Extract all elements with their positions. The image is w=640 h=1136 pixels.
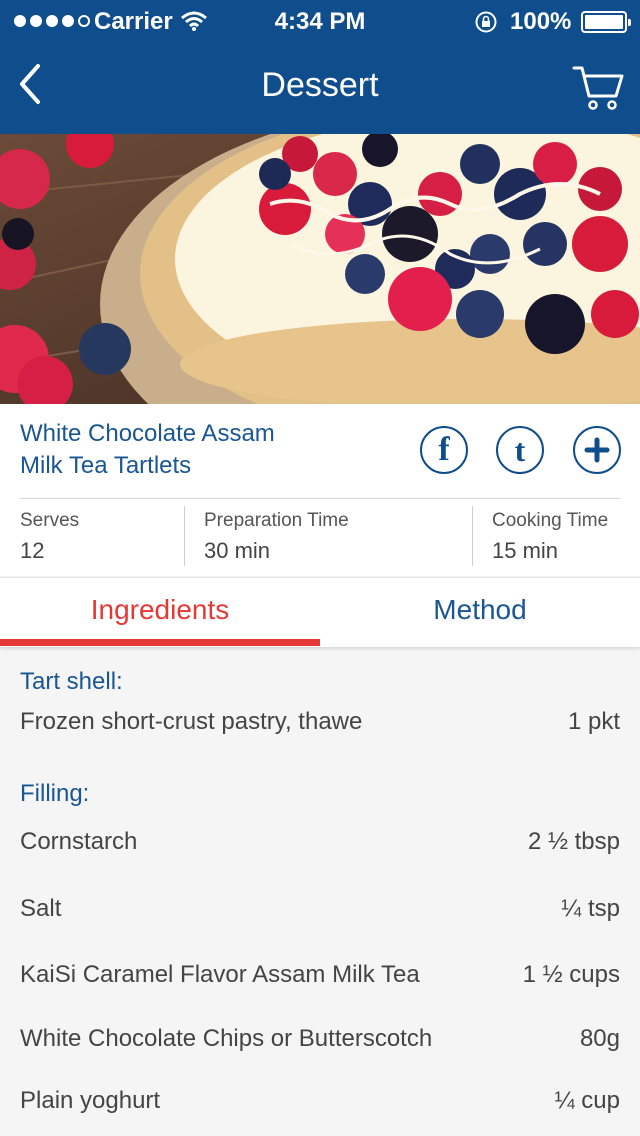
status-bar: Carrier 4:34 PM 100% (0, 0, 640, 42)
ingredient-quantity: ¼ tsp (561, 895, 620, 922)
active-tab-indicator (0, 639, 320, 646)
battery-percentage: 100% (510, 8, 572, 35)
ingredient-name: Cornstarch (20, 828, 138, 855)
ingredient-quantity: ¼ cup (554, 1087, 620, 1114)
ingredient-name: Plain yoghurt (20, 1087, 161, 1114)
list-item: Frozen short-crust pastry, thawe 1 pkt (20, 708, 620, 744)
serves-stat: Serves 12 (20, 510, 79, 564)
list-item: Plain yoghurt ¼ cup (20, 1087, 620, 1123)
ingredient-quantity: 80g (579, 1025, 620, 1052)
plus-icon (584, 437, 610, 463)
list-item: KaiSi Caramel Flavor Assam Milk Tea 1 ½ … (20, 961, 620, 997)
stat-divider (184, 506, 185, 566)
recipe-tabs: Ingredients Method (0, 577, 640, 647)
prep-time-stat: Preparation Time 30 min (204, 510, 349, 564)
shopping-cart-icon[interactable] (572, 62, 624, 112)
ingredient-name: White Chocolate Chips or Butterscotch (20, 1025, 433, 1052)
add-recipe-button[interactable] (573, 426, 621, 474)
app-header: Carrier 4:34 PM 100% Dessert (0, 0, 640, 134)
divider (20, 498, 620, 499)
tab-method[interactable]: Method (320, 578, 640, 646)
ingredient-name: Frozen short-crust pastry, thawe (20, 708, 363, 735)
ingredient-name: KaiSi Caramel Flavor Assam Milk Tea (20, 961, 420, 988)
tumblr-icon: t (514, 431, 526, 468)
ingredient-quantity: 1 pkt (567, 708, 620, 735)
page-title: Dessert (261, 66, 379, 104)
recipe-title: White Chocolate Assam Milk Tea Tartlets (20, 420, 275, 479)
recipe-info: White Chocolate Assam Milk Tea Tartlets … (0, 404, 640, 576)
tab-ingredients[interactable]: Ingredients (0, 578, 320, 646)
ingredient-quantity: 2 ½ tbsp (527, 828, 620, 855)
battery-icon (581, 11, 631, 33)
list-item: Cornstarch 2 ½ tbsp (20, 828, 620, 864)
cook-time-label: Cooking Time (492, 510, 609, 531)
list-item: White Chocolate Chips or Butterscotch 80… (20, 1025, 620, 1061)
prep-time-value: 30 min (204, 538, 271, 563)
facebook-icon: f (438, 431, 450, 468)
facebook-share-button[interactable]: f (420, 426, 468, 474)
tumblr-share-button[interactable]: t (496, 426, 544, 474)
cook-time-value: 15 min (492, 538, 559, 563)
cook-time-stat: Cooking Time 15 min (492, 510, 608, 564)
section-title-tart-shell: Tart shell: (20, 668, 123, 695)
list-item: Salt ¼ tsp (20, 895, 620, 931)
berry-tart-illustration (0, 134, 640, 404)
rotation-lock-icon (475, 11, 497, 33)
serves-value: 12 (20, 538, 45, 563)
ingredient-quantity: 1 ½ cups (522, 961, 620, 988)
stat-divider (472, 506, 473, 566)
serves-label: Serves (20, 510, 80, 531)
prep-time-label: Preparation Time (204, 510, 349, 531)
recipe-photo (0, 134, 640, 404)
section-title-filling: Filling: (20, 780, 90, 807)
ingredient-name: Salt (20, 895, 62, 922)
